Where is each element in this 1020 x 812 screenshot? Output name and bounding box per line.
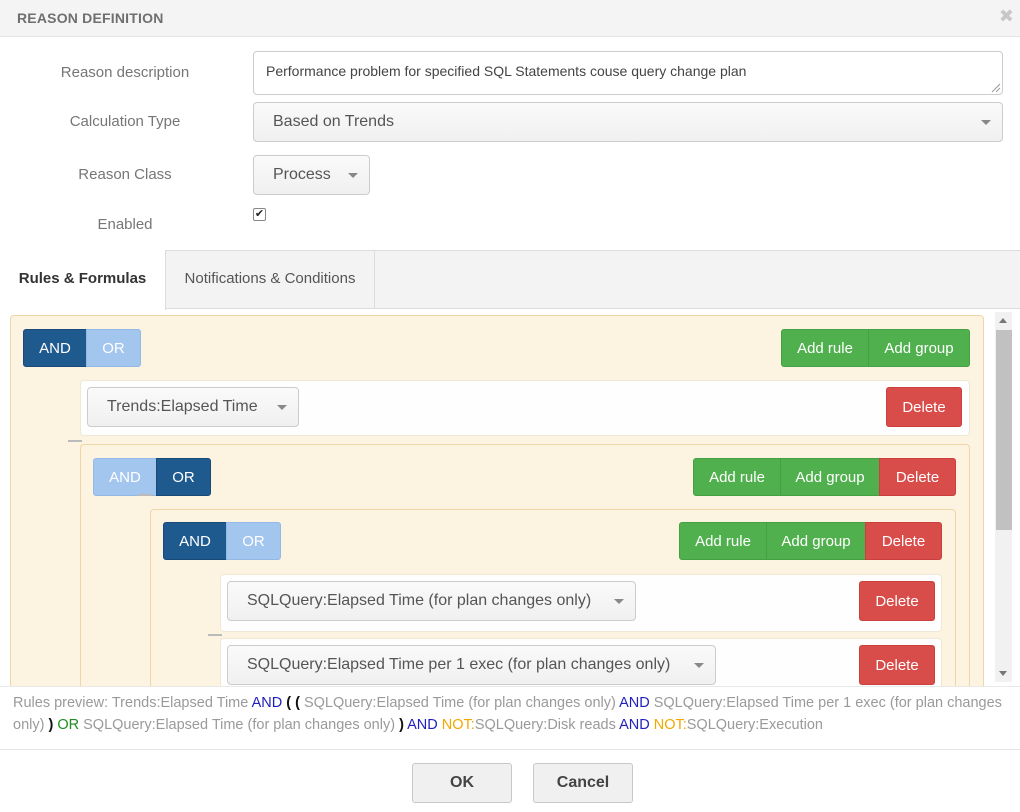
tab-rules-formulas[interactable]: Rules & Formulas bbox=[0, 250, 166, 310]
reason-description-label: Reason description bbox=[60, 64, 190, 81]
calculation-type-select[interactable]: Based on Trends bbox=[253, 102, 1003, 142]
enabled-checkbox[interactable]: ✔ bbox=[253, 208, 266, 221]
close-icon[interactable]: ✖ bbox=[999, 7, 1014, 25]
reason-class-select[interactable]: Process bbox=[253, 155, 370, 195]
calculation-type-label: Calculation Type bbox=[69, 113, 181, 130]
tabs-bar: Rules & Formulas Notifications & Conditi… bbox=[0, 250, 1020, 310]
chevron-down-icon bbox=[348, 173, 358, 178]
dialog-title: REASON DEFINITION bbox=[17, 10, 164, 26]
scrollbar-thumb[interactable] bbox=[996, 330, 1012, 530]
scroll-up-icon[interactable] bbox=[999, 318, 1007, 323]
rule-delete-button[interactable]: Delete bbox=[859, 581, 935, 621]
tree-connector bbox=[208, 634, 222, 636]
preview-prefix: Rules preview: bbox=[13, 695, 112, 711]
nested-delete-button[interactable]: Delete bbox=[879, 458, 956, 496]
rule-delete-button[interactable]: Delete bbox=[886, 387, 962, 427]
rule-field-value: Trends:Elapsed Time bbox=[107, 398, 258, 415]
rule-field-select[interactable]: SQLQuery:Elapsed Time per 1 exec (for pl… bbox=[227, 645, 716, 685]
rule-delete-button[interactable]: Delete bbox=[859, 645, 935, 685]
preview-term: SQLQuery:Disk reads bbox=[474, 717, 620, 733]
cancel-button[interactable]: Cancel bbox=[533, 763, 633, 803]
preview-not: NOT: bbox=[649, 717, 687, 733]
rules-builder: AND OR Add rule Add group Trends:Elapsed… bbox=[0, 309, 1020, 686]
rules-preview: Rules preview: Trends:Elapsed Time AND (… bbox=[13, 692, 1003, 736]
tree-connector bbox=[68, 440, 82, 442]
scroll-down-icon[interactable] bbox=[999, 671, 1007, 676]
root-and-toggle[interactable]: AND bbox=[23, 329, 87, 367]
chevron-down-icon bbox=[981, 120, 991, 125]
enabled-label: Enabled bbox=[97, 216, 153, 233]
calculation-type-value: Based on Trends bbox=[273, 113, 394, 130]
tab-notifications-conditions[interactable]: Notifications & Conditions bbox=[166, 250, 375, 309]
nested-add-group-button[interactable]: Add group bbox=[780, 458, 880, 496]
preview-term: SQLQuery:Elapsed Time (for plan changes … bbox=[79, 717, 400, 733]
tree-connector bbox=[138, 494, 152, 496]
preview-term: SQLQuery:Elapsed Time (for plan changes … bbox=[303, 695, 620, 711]
preview-not: NOT: bbox=[441, 717, 475, 733]
chevron-down-icon bbox=[694, 663, 704, 668]
preview-term: SQLQuery:Execution bbox=[686, 717, 823, 733]
preview-or: OR bbox=[53, 717, 80, 733]
dialog-header: REASON DEFINITION ✖ bbox=[0, 0, 1020, 37]
inner-and-toggle[interactable]: AND bbox=[163, 522, 227, 560]
reason-description-input[interactable] bbox=[253, 51, 1003, 95]
nested-add-rule-button[interactable]: Add rule bbox=[693, 458, 781, 496]
rule-field-select[interactable]: SQLQuery:Elapsed Time (for plan changes … bbox=[227, 581, 636, 621]
root-add-rule-button[interactable]: Add rule bbox=[781, 329, 869, 367]
preview-and: AND bbox=[619, 695, 650, 711]
preview-and: AND bbox=[403, 717, 442, 733]
rule-field-value: SQLQuery:Elapsed Time per 1 exec (for pl… bbox=[247, 656, 671, 673]
nested-and-toggle[interactable]: AND bbox=[93, 458, 157, 496]
root-or-toggle[interactable]: OR bbox=[86, 329, 141, 367]
ok-button[interactable]: OK bbox=[412, 763, 512, 803]
inner-add-group-button[interactable]: Add group bbox=[766, 522, 866, 560]
preview-and: AND bbox=[251, 695, 283, 711]
rule-field-select[interactable]: Trends:Elapsed Time bbox=[87, 387, 299, 427]
reason-class-label: Reason Class bbox=[78, 166, 172, 183]
nested-or-toggle[interactable]: OR bbox=[156, 458, 211, 496]
divider bbox=[0, 686, 1020, 687]
preview-term: Trends:Elapsed Time bbox=[111, 695, 252, 711]
rule-field-value: SQLQuery:Elapsed Time (for plan changes … bbox=[247, 592, 592, 609]
chevron-down-icon bbox=[614, 599, 624, 604]
inner-delete-button[interactable]: Delete bbox=[865, 522, 942, 560]
root-add-group-button[interactable]: Add group bbox=[868, 329, 970, 367]
inner-or-toggle[interactable]: OR bbox=[226, 522, 281, 560]
divider bbox=[0, 749, 1020, 750]
preview-and: AND bbox=[619, 717, 650, 733]
reason-class-value: Process bbox=[273, 166, 331, 183]
preview-paren: ( ( bbox=[282, 695, 304, 711]
inner-add-rule-button[interactable]: Add rule bbox=[679, 522, 767, 560]
chevron-down-icon bbox=[277, 405, 287, 410]
